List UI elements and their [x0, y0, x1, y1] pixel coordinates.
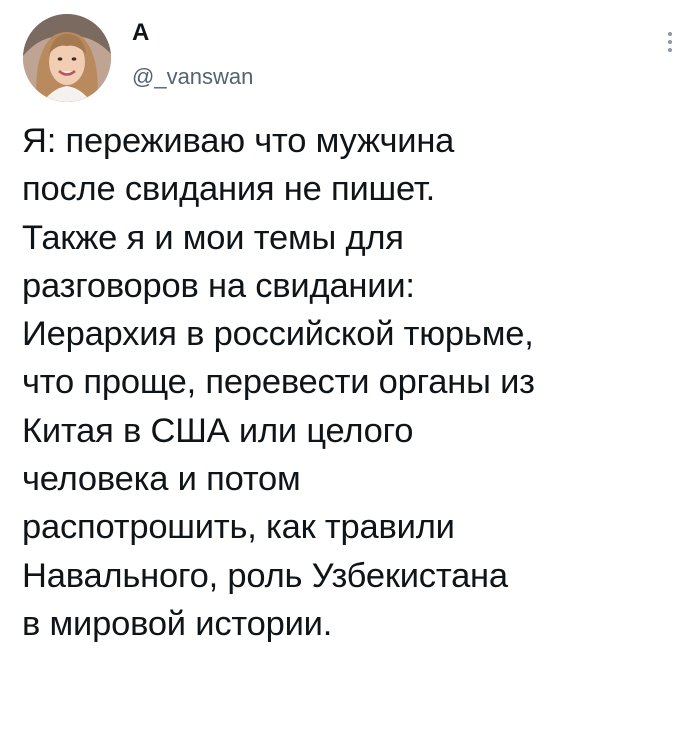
more-vertical-icon[interactable]	[658, 24, 682, 60]
tweet-text-line: после свидания не пишет.	[22, 170, 436, 209]
tweet-header: А @_vanswan	[132, 18, 253, 90]
more-dot	[668, 32, 672, 36]
tweet-text-line: Я: переживаю что мужчина	[22, 122, 455, 160]
username[interactable]: @_vanswan	[132, 64, 253, 90]
tweet-text: Я: переживаю что мужчина после свидания …	[22, 117, 688, 648]
tweet-text-line: Навального, роль Узбекистана	[22, 556, 508, 595]
tweet-text-line: разговоров на свидании:	[22, 266, 415, 305]
tweet-text-line: человека и потом	[22, 460, 301, 499]
tweet-text-line: Также я и мои темы для	[22, 218, 404, 257]
avatar-photo	[23, 14, 111, 102]
display-name[interactable]: А	[132, 18, 253, 48]
tweet-text-line: Китая в США или целого	[22, 411, 414, 450]
more-dot	[668, 48, 672, 52]
tweet-text-line: в мировой истории.	[22, 604, 333, 643]
tweet-text-line: распотрошить, как травили	[22, 508, 455, 547]
avatar[interactable]	[23, 14, 111, 102]
tweet-text-line: что проще, перевести органы из	[22, 363, 535, 402]
tweet-card: А @_vanswan Я: переживаю что мужчина пос…	[0, 0, 700, 729]
more-dot	[668, 40, 672, 44]
tweet-text-line: Иерархия в российской тюрьме,	[22, 315, 534, 354]
